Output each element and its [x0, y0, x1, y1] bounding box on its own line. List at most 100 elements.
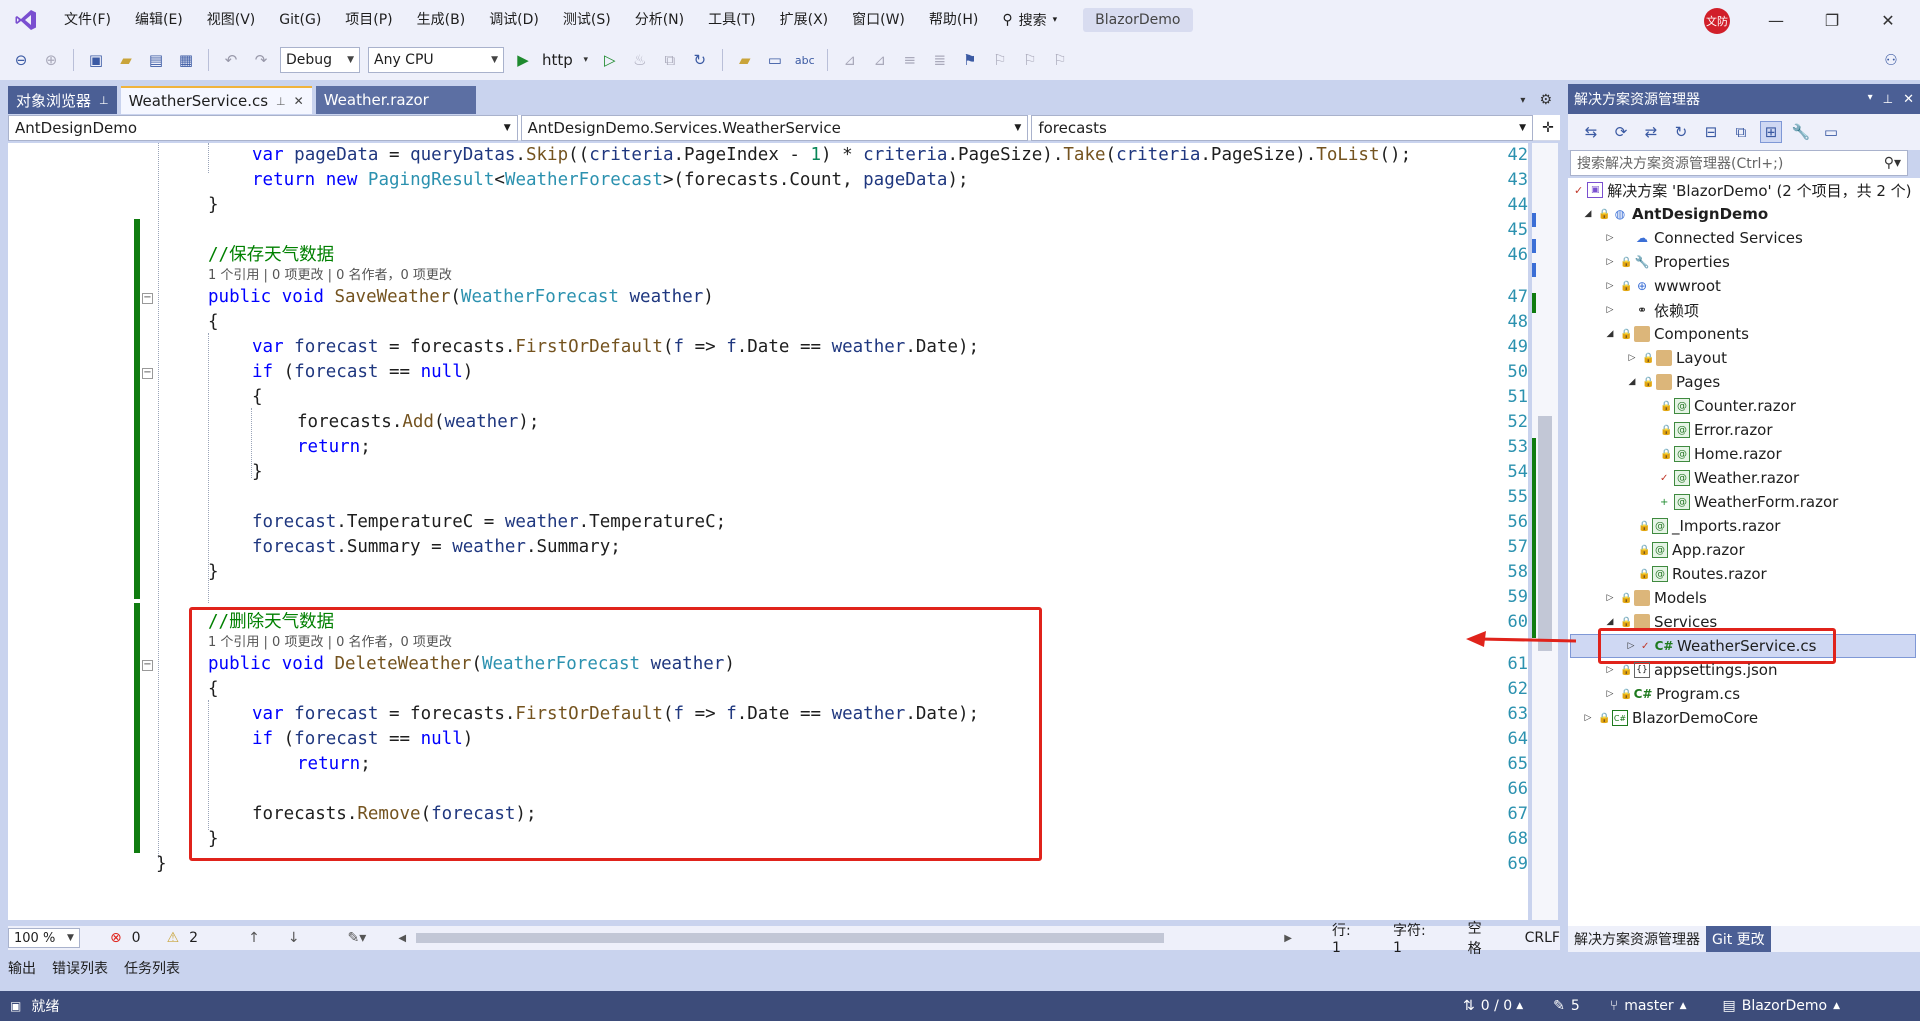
search-icon[interactable]: ⚲▾	[1884, 155, 1901, 171]
pin-icon[interactable]: ⊥	[99, 94, 109, 107]
expanded-icon[interactable]: ◢	[1582, 209, 1594, 219]
show-all-files-icon[interactable]: ⧉	[1730, 121, 1752, 143]
tab-task-list[interactable]: 任务列表	[124, 958, 180, 978]
clear-bookmarks-icon[interactable]: ⚐	[1049, 49, 1071, 71]
close-window-button[interactable]: ✕	[1860, 0, 1916, 40]
collapsed-icon[interactable]: ▷	[1604, 689, 1616, 699]
tree-item[interactable]: ▷ 🔒 C# Program.cs	[1604, 682, 1741, 706]
start-debug-icon[interactable]: ▶	[512, 49, 534, 71]
sync-count[interactable]: 0 / 0	[1481, 998, 1512, 1014]
arrow-down-icon[interactable]: ↓	[288, 930, 300, 946]
tree-item[interactable]: + @ WeatherForm.razor	[1660, 490, 1838, 514]
project-dropdown[interactable]: AntDesignDemo ▼	[8, 115, 518, 141]
maximize-button[interactable]: ❐	[1804, 0, 1860, 40]
forward-icon[interactable]: ⊕	[40, 49, 62, 71]
history-icon[interactable]: ⟳	[1610, 121, 1632, 143]
expanded-icon[interactable]: ◢	[1604, 617, 1616, 627]
tab-overflow-icon[interactable]: ▾	[1514, 95, 1531, 114]
solution-explorer-icon[interactable]: ▰	[734, 49, 756, 71]
zoom-select[interactable]: 100 % ▼	[8, 928, 80, 948]
sync-icon[interactable]: ⇄	[1640, 121, 1662, 143]
start-without-debug-icon[interactable]: ▷	[599, 49, 621, 71]
branch-name[interactable]: master	[1624, 998, 1673, 1014]
tree-item[interactable]: 🔒 @ Routes.razor	[1638, 562, 1767, 586]
vertical-scrollbar[interactable]	[1532, 143, 1558, 920]
tree-item[interactable]: ▷ ⚭ 依赖项	[1604, 298, 1699, 322]
redo-icon[interactable]: ↷	[250, 49, 272, 71]
repo-icon[interactable]: ▤	[1723, 998, 1736, 1014]
member-dropdown[interactable]: forecasts ▼	[1031, 115, 1534, 141]
browser-link-icon[interactable]: ⧉	[659, 49, 681, 71]
menu-project[interactable]: 项目(P)	[333, 0, 404, 40]
save-icon[interactable]: ▤	[145, 49, 167, 71]
global-search[interactable]: ⚲ 搜索 ▾	[990, 10, 1069, 30]
collapse-all-icon[interactable]: ⊟	[1700, 121, 1722, 143]
visual-studio-logo-icon[interactable]	[0, 0, 52, 40]
menu-tools[interactable]: 工具(T)	[696, 0, 767, 40]
tree-item[interactable]: ▷ 🔒 🔧 Properties	[1604, 250, 1730, 274]
tree-item[interactable]: ✓ @ Weather.razor	[1660, 466, 1799, 490]
menu-file[interactable]: 文件(F)	[52, 0, 123, 40]
pin-icon[interactable]: ⊥	[1883, 92, 1893, 107]
expanded-icon[interactable]: ◢	[1604, 329, 1616, 339]
line-indicator[interactable]: 行: 1	[1332, 920, 1363, 956]
save-all-icon[interactable]: ▦	[175, 49, 197, 71]
tree-item-project[interactable]: ▷ 🔒 C# BlazorDemoCore	[1582, 706, 1759, 730]
tree-item[interactable]: ▷ 🔒 Models	[1604, 586, 1707, 610]
gear-icon[interactable]: ⚙	[1531, 92, 1560, 114]
next-bookmark-icon[interactable]: ⚐	[1019, 49, 1041, 71]
branch-icon[interactable]: ⑂	[1610, 998, 1618, 1014]
minimize-button[interactable]: —	[1748, 0, 1804, 40]
tab-error-list[interactable]: 错误列表	[52, 958, 108, 978]
tree-item[interactable]: ▷ ☁ Connected Services	[1604, 226, 1803, 250]
collapsed-icon[interactable]: ▷	[1604, 257, 1616, 267]
scroll-left-icon[interactable]: ◀	[398, 933, 406, 944]
menu-window[interactable]: 窗口(W)	[840, 0, 917, 40]
collapsed-icon[interactable]: ▷	[1626, 353, 1638, 363]
tab-weatherservice-cs[interactable]: WeatherService.cs ⊥ ✕	[120, 86, 312, 114]
tab-object-browser[interactable]: 对象浏览器 ⊥	[8, 86, 117, 114]
tree-item[interactable]: ▷ 🔒 ⊕ wwwroot	[1604, 274, 1721, 298]
live-share-icon[interactable]: ⚇	[1880, 49, 1902, 71]
close-icon[interactable]: ✕	[294, 94, 304, 108]
menu-view[interactable]: 视图(V)	[195, 0, 268, 40]
menu-git[interactable]: Git(G)	[267, 0, 333, 40]
chevron-down-icon[interactable]: ▾	[581, 49, 591, 71]
user-avatar[interactable]: 文防	[1704, 8, 1730, 34]
window-layout-icon[interactable]: ▭	[764, 49, 786, 71]
step-over-icon[interactable]: ⊿	[869, 49, 891, 71]
scroll-thumb[interactable]	[1538, 416, 1552, 651]
collapsed-icon[interactable]: ▷	[1604, 305, 1616, 315]
collapsed-icon[interactable]: ▷	[1582, 713, 1594, 723]
undo-icon[interactable]: ↶	[220, 49, 242, 71]
prev-bookmark-icon[interactable]: ⚐	[989, 49, 1011, 71]
tree-item[interactable]: 🔒 @ Counter.razor	[1660, 394, 1796, 418]
eol-indicator[interactable]: CRLF	[1525, 930, 1560, 946]
properties-icon[interactable]: 🔧	[1790, 121, 1812, 143]
dropdown-icon[interactable]: ▾	[1868, 92, 1873, 107]
repo-name[interactable]: BlazorDemo	[1742, 998, 1827, 1014]
type-dropdown[interactable]: AntDesignDemo.Services.WeatherService ▼	[520, 115, 1029, 141]
tree-item[interactable]: 🔒 @ Error.razor	[1660, 418, 1773, 442]
tree-item[interactable]: ▷ 🔒 {} appsettings.json	[1604, 658, 1778, 682]
scroll-right-icon[interactable]: ▶	[1284, 933, 1292, 944]
spaces-indicator[interactable]: 空格	[1468, 918, 1495, 958]
menu-debug[interactable]: 调试(D)	[477, 0, 551, 40]
codelens-info[interactable]: 1 个引用 | 0 项更改 | 0 名作者，0 项更改	[208, 267, 452, 285]
collapse-icon[interactable]: −	[142, 660, 153, 671]
tree-item[interactable]: ◢ 🔒 Pages	[1626, 370, 1721, 394]
sync-arrows-icon[interactable]: ⇅	[1463, 998, 1475, 1014]
pencil-icon[interactable]: ✎	[1553, 998, 1565, 1014]
tree-item[interactable]: 🔒 @ App.razor	[1638, 538, 1745, 562]
tab-solution-explorer[interactable]: 解决方案资源管理器	[1568, 929, 1706, 949]
menu-edit[interactable]: 编辑(E)	[123, 0, 195, 40]
collapsed-icon[interactable]: ▷	[1604, 593, 1616, 603]
menu-build[interactable]: 生成(B)	[405, 0, 478, 40]
tree-item[interactable]: 🔒 @ Home.razor	[1660, 442, 1782, 466]
tree-item[interactable]: 🔒 @ _Imports.razor	[1638, 514, 1780, 538]
menu-extensions[interactable]: 扩展(X)	[768, 0, 841, 40]
collapse-icon[interactable]: −	[142, 293, 153, 304]
pending-changes-count[interactable]: 5	[1571, 998, 1580, 1014]
collapsed-icon[interactable]: ▷	[1604, 665, 1616, 675]
refresh-icon[interactable]: ↻	[689, 49, 711, 71]
